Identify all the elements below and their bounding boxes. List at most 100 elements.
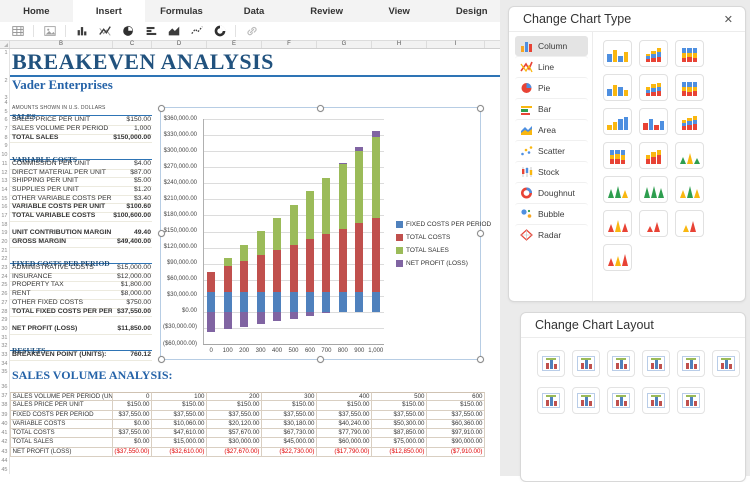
cell-value[interactable]: $5.00 <box>113 177 151 185</box>
cell-value[interactable]: $150.00 <box>113 116 151 124</box>
table-cell-value[interactable]: 600 <box>427 392 485 401</box>
select-all-corner[interactable] <box>0 41 10 48</box>
cell-label[interactable]: SALES VOLUME ANALYSIS: <box>10 368 172 382</box>
cell-value[interactable]: 49.40 <box>113 229 151 237</box>
column-chart-icon[interactable] <box>74 24 89 39</box>
pie-chart-icon[interactable] <box>120 24 135 39</box>
chart-subtype-3d-stacked-column[interactable] <box>639 74 668 101</box>
selection-handle[interactable] <box>477 230 484 237</box>
table-cell-label[interactable]: SALES PRICE PER UNIT <box>10 401 113 410</box>
table-cell-value[interactable]: 0 <box>113 392 152 401</box>
row-number[interactable]: 7 <box>0 125 10 134</box>
table-cell-value[interactable]: ($32,610.00) <box>152 448 207 457</box>
cell-label[interactable]: BREAKEVEN ANALYSIS <box>10 49 274 75</box>
row-number[interactable]: 21 <box>0 247 10 256</box>
table-cell-value[interactable]: 100 <box>152 392 207 401</box>
cell-label[interactable]: Vader Enterprises <box>10 77 113 92</box>
row-number[interactable]: 22 <box>0 255 10 264</box>
cell-label[interactable]: GROSS MARGIN <box>12 238 112 246</box>
column-header-e[interactable]: E <box>207 41 262 48</box>
row-number[interactable]: 28 <box>0 308 10 317</box>
cell-value[interactable]: 760.12 <box>113 351 151 359</box>
chart-type-item-area[interactable]: Area <box>515 119 588 140</box>
embedded-chart[interactable]: $360,000.00$330,000.00$300,000.00$270,00… <box>160 107 481 360</box>
chart-type-item-line[interactable]: Line <box>515 56 588 77</box>
selection-handle[interactable] <box>317 356 324 363</box>
selection-handle[interactable] <box>477 105 484 112</box>
table-cell-value[interactable]: 200 <box>207 392 262 401</box>
row-number[interactable]: 23 <box>0 264 10 273</box>
cell-value[interactable]: 1,000 <box>113 125 151 133</box>
table-cell-value[interactable]: $50,300.00 <box>372 420 427 429</box>
table-cell-value[interactable]: $37,550.00 <box>113 411 152 420</box>
cell-value[interactable]: $87.00 <box>113 169 151 177</box>
row-number[interactable]: 35 <box>0 368 10 383</box>
cell-label[interactable]: INSURANCE <box>12 273 112 281</box>
table-cell-value[interactable]: $150.00 <box>152 401 207 410</box>
table-cell-value[interactable]: $37,550.00 <box>262 411 317 420</box>
cell-label[interactable]: COMMISSION PER UNIT <box>12 160 112 168</box>
cell-value[interactable]: $100,600.00 <box>113 212 151 220</box>
table-cell-value[interactable]: $150.00 <box>317 401 372 410</box>
chart-type-item-doughnut[interactable]: Doughnut <box>515 182 588 203</box>
row-number[interactable]: 27 <box>0 299 10 308</box>
table-cell-value[interactable]: ($22,730.00) <box>262 448 317 457</box>
table-cell-label[interactable]: NET PROFIT (LOSS) <box>10 448 113 457</box>
chart-subtype-stacked-cone[interactable] <box>603 176 632 203</box>
table-cell-value[interactable]: $37,550.00 <box>152 411 207 420</box>
cell-label[interactable]: BREAKEVEN POINT (UNITS): <box>12 351 112 359</box>
cell-value[interactable]: $3.40 <box>113 195 151 203</box>
sparkline-icon[interactable] <box>189 24 204 39</box>
row-number[interactable]: 16 <box>0 203 10 212</box>
chart-subtype-clustered-cone[interactable] <box>675 142 704 169</box>
table-cell-value[interactable]: $40,240.00 <box>317 420 372 429</box>
row-number[interactable]: 24 <box>0 273 10 282</box>
row-number[interactable]: 9 <box>0 142 10 151</box>
table-cell-label[interactable]: TOTAL COSTS <box>10 429 113 438</box>
table-cell-value[interactable]: $37,550.00 <box>317 411 372 420</box>
table-cell-value[interactable]: $77,790.00 <box>317 429 372 438</box>
cell-value[interactable]: $11,850.00 <box>113 325 151 333</box>
cell-label[interactable]: UNIT CONTRIBUTION MARGIN <box>12 229 112 237</box>
table-cell-value[interactable]: $10,060.00 <box>152 420 207 429</box>
table-cell-value[interactable]: $67,730.00 <box>262 429 317 438</box>
selection-handle[interactable] <box>317 105 324 112</box>
tab-formulas[interactable]: Formulas <box>145 0 218 22</box>
selection-handle[interactable] <box>477 356 484 363</box>
table-cell-value[interactable]: $20,120.00 <box>207 420 262 429</box>
row-number[interactable]: 43 <box>0 448 10 457</box>
chart-layout-4-tile[interactable] <box>642 350 670 377</box>
column-header-i[interactable]: I <box>427 41 485 48</box>
column-header-c[interactable]: C <box>113 41 152 48</box>
cell-label[interactable]: TOTAL FIXED COSTS PER PERIOD <box>12 308 112 316</box>
cell-value[interactable]: $37,550.00 <box>113 308 151 316</box>
chart-type-item-pie[interactable]: Pie <box>515 77 588 98</box>
selection-handle[interactable] <box>158 230 165 237</box>
table-cell-value[interactable]: 500 <box>372 392 427 401</box>
row-number[interactable]: 33 <box>0 351 10 360</box>
row-number[interactable]: 20 <box>0 238 10 247</box>
row-number[interactable]: 37 <box>0 392 10 401</box>
chart-type-item-radar[interactable]: Radar <box>515 224 588 245</box>
cell-label[interactable]: SALES VOLUME PER PERIOD <box>12 125 112 133</box>
row-number[interactable]: 12 <box>0 169 10 178</box>
chart-layout-10-tile[interactable] <box>642 387 670 414</box>
table-cell-value[interactable]: $37,550.00 <box>427 411 485 420</box>
column-header-f[interactable]: F <box>262 41 317 48</box>
table-cell-value[interactable]: ($37,550.00) <box>113 448 152 457</box>
chart-layout-11-tile[interactable] <box>677 387 705 414</box>
table-cell-value[interactable]: $37,550.00 <box>207 411 262 420</box>
row-number[interactable]: 25 <box>0 281 10 290</box>
line-chart-icon[interactable] <box>97 24 112 39</box>
chart-subtype-stacked-cylinder[interactable] <box>675 108 704 135</box>
row-number[interactable]: 31 <box>0 334 10 343</box>
table-cell-value[interactable]: $15,000.00 <box>152 438 207 447</box>
chart-type-item-stock[interactable]: Stock <box>515 161 588 182</box>
table-cell-value[interactable]: $75,000.00 <box>372 438 427 447</box>
table-cell-value[interactable]: 300 <box>262 392 317 401</box>
row-number[interactable]: 32 <box>0 342 10 351</box>
cell-value[interactable]: $4.00 <box>113 160 151 168</box>
selection-handle[interactable] <box>158 105 165 112</box>
table-cell-value[interactable]: $150.00 <box>262 401 317 410</box>
row-number[interactable]: 11 <box>0 160 10 169</box>
